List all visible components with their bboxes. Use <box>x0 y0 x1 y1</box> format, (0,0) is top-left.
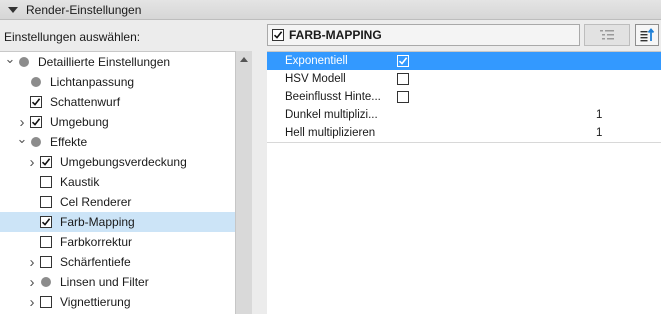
tree-item-effekte[interactable]: ⌄ Effekte <box>0 129 235 152</box>
tree-item-label: Umgebung <box>50 115 109 129</box>
tree-item-farb-mapping[interactable]: Farb-Mapping <box>0 212 235 232</box>
property-row[interactable]: Dunkel multiplizi... 1 <box>267 106 661 124</box>
tree-checkbox[interactable] <box>40 196 52 208</box>
property-row[interactable]: Hell multiplizieren 1 <box>267 124 661 142</box>
tree-item-linsen-und-filter[interactable]: › Linsen und Filter <box>0 272 235 292</box>
tree-item-label: Lichtanpassung <box>50 75 135 89</box>
tree-item-label: Cel Renderer <box>60 195 132 209</box>
chevron-right-icon[interactable]: › <box>26 252 38 272</box>
list-view-button[interactable] <box>584 24 630 46</box>
sort-icon <box>640 28 655 42</box>
property-name: Hell multiplizieren <box>285 127 376 139</box>
panel-header[interactable]: Render-Einstellungen <box>0 0 661 20</box>
status-dot-icon <box>41 277 51 287</box>
tree-item-label: Farb-Mapping <box>60 215 135 229</box>
tree-item-label: Schärfentiefe <box>60 255 131 269</box>
tree-item-vignettierung[interactable]: › Vignettierung <box>0 292 235 312</box>
tree-checkbox[interactable] <box>40 256 52 268</box>
tree-item-kaustik[interactable]: Kaustik <box>0 172 235 192</box>
chevron-down-icon[interactable]: ⌄ <box>16 129 28 149</box>
tree-item-cel-renderer[interactable]: Cel Renderer <box>0 192 235 212</box>
property-name: Dunkel multiplizi... <box>285 109 378 121</box>
property-row[interactable]: Exponentiell <box>267 52 661 70</box>
section-title-bar: FARB-MAPPING <box>267 24 580 46</box>
tree-checkbox[interactable] <box>40 236 52 248</box>
property-row[interactable]: HSV Modell <box>267 70 661 88</box>
status-dot-icon <box>19 57 29 67</box>
property-name: Exponentiell <box>285 55 348 67</box>
tree-item-label: Schattenwurf <box>50 95 121 109</box>
property-row[interactable]: Beeinflusst Hinte... <box>267 88 661 106</box>
list-view-icon <box>600 30 614 40</box>
scroll-up-icon[interactable] <box>240 57 248 62</box>
grid-divider <box>267 142 661 143</box>
collapse-triangle-icon[interactable] <box>8 6 18 13</box>
property-value-field[interactable]: 1 <box>596 127 602 139</box>
status-dot-icon <box>31 137 41 147</box>
sort-button[interactable] <box>635 24 659 46</box>
section-enable-checkbox[interactable] <box>272 29 284 41</box>
chevron-right-icon[interactable]: › <box>26 292 38 312</box>
section-title: FARB-MAPPING <box>289 28 382 42</box>
property-checkbox[interactable] <box>397 73 409 85</box>
tree-checkbox[interactable] <box>40 176 52 188</box>
select-settings-label: Einstellungen auswählen: <box>4 30 141 44</box>
status-dot-icon <box>31 77 41 87</box>
tree-checkbox[interactable] <box>40 216 52 228</box>
tree-item-umgebungsverdeckung[interactable]: › Umgebungsverdeckung <box>0 152 235 172</box>
chevron-down-icon[interactable]: ⌄ <box>4 52 16 69</box>
settings-tree[interactable]: ⌄ Detaillierte Einstellungen Lichtanpassun… <box>0 51 235 314</box>
property-value-field[interactable]: 1 <box>596 109 602 121</box>
tree-item-schaerfentiefe[interactable]: › Schärfentiefe <box>0 252 235 272</box>
tree-item-label: Farbkorrektur <box>60 235 133 249</box>
property-checkbox[interactable] <box>397 91 409 103</box>
tree-item-farbkorrektur[interactable]: Farbkorrektur <box>0 232 235 252</box>
tree-checkbox[interactable] <box>30 96 42 108</box>
tree-checkbox[interactable] <box>30 116 42 128</box>
tree-item-label: Vignettierung <box>60 295 131 309</box>
tree-item-label: Effekte <box>50 135 88 149</box>
tree-item-label: Detaillierte Einstellungen <box>38 55 171 69</box>
tree-scrollbar[interactable] <box>235 51 252 314</box>
chevron-right-icon[interactable]: › <box>26 152 38 172</box>
property-grid[interactable]: Exponentiell HSV Modell Beeinflusst Hinte.… <box>267 51 661 314</box>
chevron-right-icon[interactable]: › <box>26 272 38 292</box>
tree-item-lichtanpassung[interactable]: Lichtanpassung <box>0 72 235 92</box>
property-name: HSV Modell <box>285 73 346 85</box>
tree-item-schattenwurf[interactable]: Schattenwurf <box>0 92 235 112</box>
tree-item-label: Linsen und Filter <box>60 275 149 289</box>
property-checkbox[interactable] <box>397 55 409 67</box>
tree-item-label: Kaustik <box>60 175 100 189</box>
panel-title: Render-Einstellungen <box>26 2 142 17</box>
property-name: Beeinflusst Hinte... <box>285 91 381 103</box>
tree-item-detaillierte-einstellungen[interactable]: ⌄ Detaillierte Einstellungen <box>0 52 235 72</box>
tree-item-label: Umgebungsverdeckung <box>60 155 187 169</box>
tree-item-umgebung[interactable]: › Umgebung <box>0 112 235 132</box>
tree-checkbox[interactable] <box>40 156 52 168</box>
tree-checkbox[interactable] <box>40 296 52 308</box>
